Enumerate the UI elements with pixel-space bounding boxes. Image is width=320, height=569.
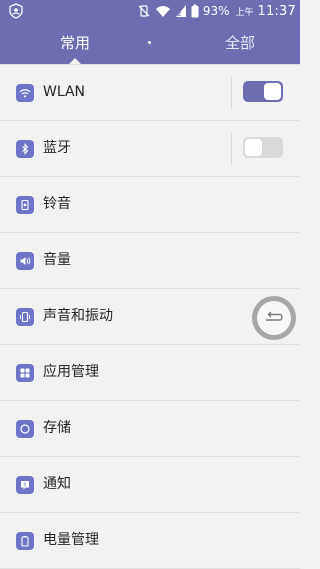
settings-item-wlan[interactable]: WLAN: [0, 64, 300, 121]
vibrate-icon: [16, 308, 34, 326]
bluetooth-icon: [16, 140, 34, 158]
clock: 11:37: [257, 3, 296, 19]
settings-item-label: 蓝牙: [43, 140, 71, 156]
status-bar: 2 93% 上午 11:37: [0, 0, 300, 22]
settings-item-volume[interactable]: 音量: [0, 233, 300, 289]
ringtone-icon: [16, 196, 34, 214]
settings-item-label: 声音和振动: [43, 308, 113, 324]
divider: [231, 77, 232, 108]
battery-manage-icon: [16, 532, 34, 550]
tab-all[interactable]: 全部: [180, 22, 300, 64]
settings-item-bluetooth[interactable]: 蓝牙: [0, 121, 300, 177]
vibrate-status-icon: [138, 5, 150, 17]
settings-item-label: 铃音: [43, 196, 71, 212]
floating-back-button[interactable]: [252, 296, 296, 340]
settings-item-app-management[interactable]: 应用管理: [0, 345, 300, 401]
apps-icon: [16, 364, 34, 382]
battery-percent: 93%: [202, 4, 230, 18]
tab-dot: [148, 41, 151, 44]
notification-icon: [16, 476, 34, 494]
wifi-icon: [16, 84, 34, 102]
settings-item-label: WLAN: [43, 84, 86, 100]
settings-item-label: 电量管理: [43, 532, 99, 548]
tab-bar: 常用 全部: [0, 22, 300, 64]
wlan-toggle[interactable]: [243, 81, 283, 102]
settings-item-label: 存储: [43, 420, 71, 436]
settings-item-notification[interactable]: 通知: [0, 457, 300, 513]
signal-icon: 2: [175, 5, 186, 18]
settings-item-label: 音量: [43, 252, 71, 268]
settings-item-battery-management[interactable]: 电量管理: [0, 513, 300, 569]
settings-item-label: 通知: [43, 476, 71, 492]
shield-icon: [9, 3, 23, 19]
wifi-status-icon: [155, 6, 170, 17]
time-prefix: 上午: [235, 7, 254, 18]
divider: [231, 133, 232, 164]
settings-item-ringtone[interactable]: 铃音: [0, 177, 300, 233]
settings-item-label: 应用管理: [43, 364, 99, 380]
svg-text:2: 2: [177, 10, 181, 18]
back-icon: [266, 311, 283, 321]
settings-item-storage[interactable]: 存储: [0, 401, 300, 457]
volume-icon: [16, 252, 34, 270]
storage-icon: [16, 420, 34, 438]
battery-icon: [191, 4, 199, 18]
bluetooth-toggle[interactable]: [243, 137, 283, 158]
